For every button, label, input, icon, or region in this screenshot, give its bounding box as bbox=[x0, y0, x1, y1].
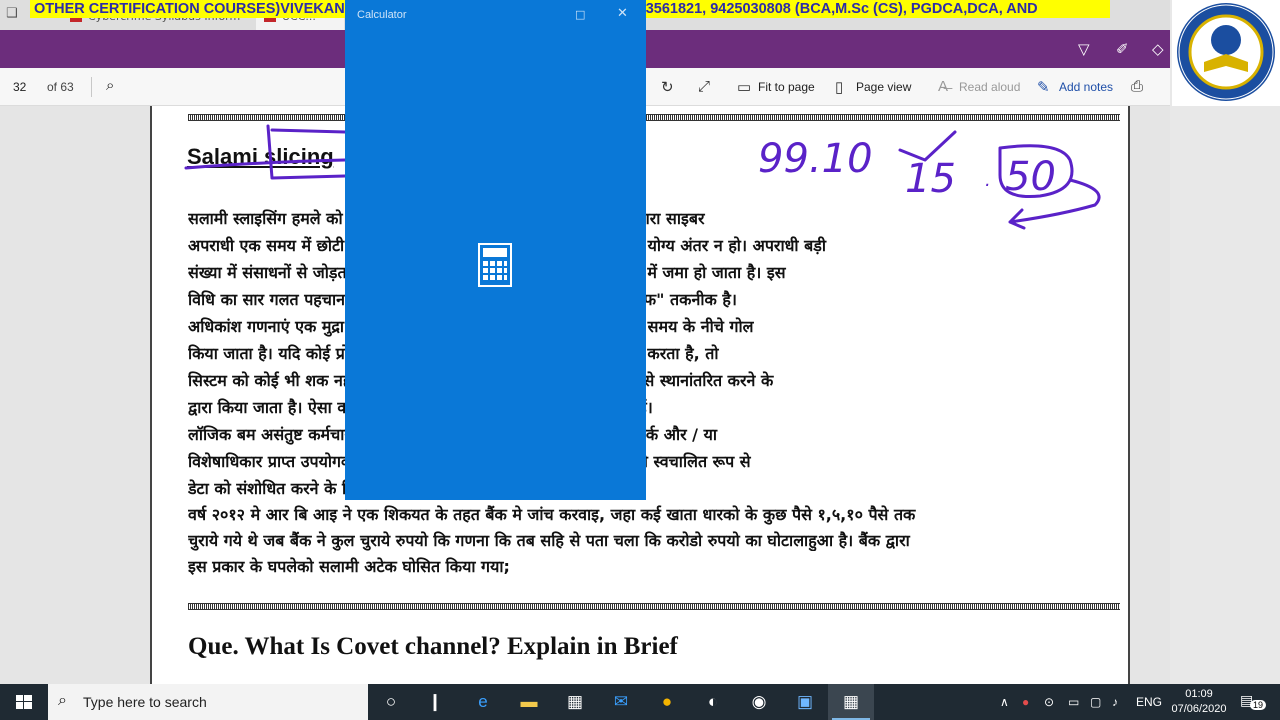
dotted-rule bbox=[188, 114, 1120, 121]
institute-logo bbox=[1172, 0, 1280, 106]
body-line: वर्ष २०१२ मे आर बि आइ ने एक शिकयत के तहत… bbox=[188, 505, 916, 524]
taskbar-search-box[interactable]: ⌕ Type here to search bbox=[48, 684, 368, 720]
body-line: सिस्टम को कोई भी शक नहीं होता, अपराधी के… bbox=[188, 371, 774, 390]
notification-icon[interactable]: ▤ 19 bbox=[1240, 692, 1267, 710]
fit-to-page-button[interactable]: Fit to page bbox=[758, 80, 815, 94]
body-line: किया जाता है। यदि कोई प्रोग्रामर को एक अ… bbox=[188, 344, 719, 363]
rotate-icon[interactable]: ↻ bbox=[661, 78, 674, 96]
file-explorer-icon[interactable]: ▬ bbox=[506, 684, 552, 720]
windows-start-icon[interactable] bbox=[0, 684, 48, 720]
cortana-icon[interactable]: ○ bbox=[368, 684, 414, 720]
body-line: सलामी स्लाइसिंग हमले को "सलामी धोखाधड़ी"… bbox=[188, 209, 705, 228]
record-icon[interactable]: ● bbox=[1022, 684, 1029, 720]
search-icon[interactable]: ⌕ bbox=[106, 77, 114, 94]
add-notes-icon: ✎ bbox=[1037, 79, 1050, 96]
body-line: लॉजिक बम असंतुष्ट कर्मचारी द्वारा डाला ज… bbox=[188, 425, 718, 444]
chrome-icon[interactable]: ● bbox=[644, 684, 690, 720]
window-app-icon[interactable]: ▣ bbox=[782, 684, 828, 720]
page-view-button[interactable]: Page view bbox=[856, 80, 911, 94]
app-globe-icon[interactable]: ◐ bbox=[690, 684, 736, 720]
eraser-icon[interactable]: ◇ bbox=[1152, 40, 1164, 58]
clock-date: 07/06/2020 bbox=[1171, 703, 1227, 715]
clock-time: 01:09 bbox=[1185, 688, 1213, 700]
battery-icon[interactable]: ▭ bbox=[1068, 684, 1079, 720]
print-icon[interactable]: ⎙ bbox=[1131, 78, 1143, 95]
show-hidden-icons[interactable]: ∧ bbox=[1000, 684, 1009, 720]
body-line: अधिकांश गणनाएं एक मुद्रा में निकटतम संख्… bbox=[188, 317, 754, 336]
windows-taskbar: ⌕ Type here to search ○ ❙ e ▬ ▦ ✉ ● ◐ ◉ … bbox=[0, 684, 1280, 720]
read-aloud-icon: A̶ bbox=[938, 78, 949, 95]
mail-icon[interactable]: ✉ bbox=[598, 684, 644, 720]
page-number-input[interactable]: 32 bbox=[8, 77, 32, 97]
network-icon[interactable]: ▢ bbox=[1090, 684, 1101, 720]
edge-icon[interactable]: e bbox=[460, 684, 506, 720]
page-total: of 63 bbox=[47, 80, 74, 94]
tray-app-icon[interactable]: ⊙ bbox=[1044, 684, 1054, 720]
calculator-icon bbox=[478, 243, 512, 287]
store-icon[interactable]: ▦ bbox=[552, 684, 598, 720]
system-clock[interactable]: 01:09 07/06/2020 bbox=[1168, 687, 1230, 717]
body-line: द्वारा किया जाता है। ऐसा करने के लिए सिस… bbox=[188, 398, 653, 417]
body-line: अपराधी एक समय में छोटी राशि चुराते हैं त… bbox=[188, 236, 826, 255]
notification-count: 19 bbox=[1250, 700, 1267, 710]
question-heading: Que. What Is Covet channel? Explain in B… bbox=[188, 633, 678, 660]
close-icon[interactable]: ✕ bbox=[617, 6, 628, 21]
search-placeholder: Type here to search bbox=[83, 694, 207, 710]
fit-page-icon: ▭ bbox=[737, 79, 752, 96]
calculator-title: Calculator bbox=[357, 9, 407, 21]
fullscreen-icon[interactable]: ⤢ bbox=[698, 78, 710, 95]
toolbar-divider bbox=[91, 77, 92, 97]
body-line: विशेषाधिकार प्राप्त उपयोगकर्ता हैं। इस म… bbox=[188, 452, 751, 471]
add-notes-button[interactable]: Add notes bbox=[1059, 80, 1113, 94]
maximize-icon[interactable]: □ bbox=[575, 8, 585, 21]
body-line: संख्या में संसाधनों से जोड़ता रहता है, औ… bbox=[188, 263, 786, 282]
text-highlight-icon[interactable]: ✐ bbox=[1116, 40, 1129, 58]
body-line: इस प्रकार के घपलेको सलामी अटेक घोसित किय… bbox=[188, 557, 510, 576]
obs-icon[interactable]: ◉ bbox=[736, 684, 782, 720]
task-view-icon[interactable]: ❙ bbox=[412, 684, 458, 720]
calculator-taskbar-icon[interactable]: ▦ bbox=[828, 684, 874, 720]
body-line: विधि का सार गलत पहचान की है, इसे क्लासिक… bbox=[188, 290, 737, 309]
search-icon: ⌕ bbox=[58, 692, 67, 709]
screen: ❑ Cybercrime Syllabus Inform UCC... OTHE… bbox=[0, 0, 1280, 720]
body-line: चुराये गये थे जब बैंक ने कुल चुराये रुपय… bbox=[188, 531, 910, 550]
page-view-icon: ▯ bbox=[835, 79, 844, 96]
read-aloud-button[interactable]: Read aloud bbox=[959, 80, 1020, 94]
section-heading: Salami slicing bbox=[187, 144, 334, 169]
highlighter-icon[interactable]: ▽ bbox=[1078, 40, 1090, 58]
body-line: डेटा को संशोधित करने के लिए प्रोग्राम गण… bbox=[188, 479, 459, 498]
dotted-rule bbox=[188, 603, 1120, 610]
tab-actions-icon[interactable]: ❑ bbox=[6, 6, 24, 24]
volume-icon[interactable]: ♪ bbox=[1112, 684, 1118, 720]
language-indicator[interactable]: ENG bbox=[1136, 684, 1162, 720]
calculator-window[interactable]: Calculator □ ✕ bbox=[345, 0, 646, 500]
